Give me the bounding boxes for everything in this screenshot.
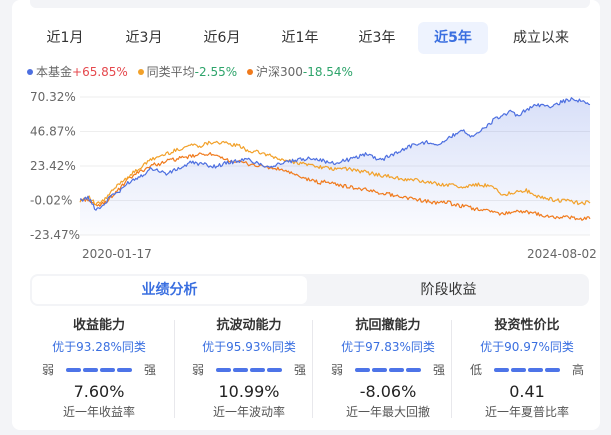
metric-caption: 近一年波动率 [212, 405, 285, 419]
scale-low-label: 低 [470, 363, 483, 377]
y-tick-label: -0.02% [30, 193, 72, 207]
chart-legend: 本基金+65.85% 同类平均-2.55% 沪深300-18.54% [27, 64, 359, 80]
legend-fund-value: +65.85% [72, 65, 128, 79]
scale-high-label: 高 [571, 363, 584, 377]
scale-high-label: 强 [432, 363, 445, 377]
segment-performance-analysis[interactable]: 业绩分析 [32, 276, 307, 304]
metric-caption: 近一年夏普比率 [484, 405, 569, 419]
tab-6m[interactable]: 近6月 [189, 22, 255, 54]
metric-drawdown: 抗回撤能力 优于97.83%同类 弱 强 -8.06% 近一年最大回撤 [319, 314, 457, 424]
x-start-date: 2020-01-17 [82, 247, 152, 261]
analysis-segmented-control: 业绩分析 阶段收益 [30, 274, 589, 306]
scale-level-bars [216, 368, 282, 372]
metric-sharpe: 投资性价比 优于90.97%同类 低 高 0.41 近一年夏普比率 [458, 314, 596, 424]
scale-low-label: 弱 [42, 363, 55, 377]
metric-divider [451, 320, 452, 418]
metric-scale: 低 高 [458, 362, 596, 378]
legend-peer-name: 同类平均 [146, 65, 195, 79]
metric-volatility: 抗波动能力 优于95.93%同类 弱 强 10.99% 近一年波动率 [180, 314, 318, 424]
metric-caption: 近一年最大回撤 [345, 405, 430, 419]
scale-high-label: 强 [143, 363, 156, 377]
legend-fund-name: 本基金 [36, 65, 73, 79]
metric-scale: 弱 强 [30, 362, 168, 378]
metric-title: 抗回撤能力 [355, 318, 421, 333]
legend-csi300-dot [246, 68, 253, 75]
metric-scale: 弱 强 [180, 362, 318, 378]
period-tabs: 近1月 近3月 近6月 近1年 近3年 近5年 成立以来 [24, 22, 589, 54]
metric-title: 投资性价比 [494, 318, 560, 333]
metric-title: 抗波动能力 [216, 318, 282, 333]
metric-rank: 优于95.93%同类 [202, 340, 296, 354]
scale-level-bars [66, 368, 132, 372]
metric-rank: 优于97.83%同类 [341, 340, 435, 354]
metric-rank: 优于93.28%同类 [52, 340, 146, 354]
tab-1y[interactable]: 近1年 [267, 22, 333, 54]
metrics-row: 收益能力 优于93.28%同类 弱 强 7.60% 近一年收益率 抗波动能力 优… [30, 314, 590, 424]
metric-rank: 优于90.97%同类 [480, 340, 574, 354]
tab-1m[interactable]: 近1月 [32, 22, 98, 54]
legend-fund-dot [27, 68, 33, 75]
metric-return: 收益能力 优于93.28%同类 弱 强 7.60% 近一年收益率 [30, 314, 168, 424]
metric-value: 0.41 [509, 382, 545, 401]
legend-csi300-value: -18.54% [302, 65, 353, 79]
scale-high-label: 强 [293, 363, 306, 377]
y-tick-label: 23.42% [30, 159, 76, 173]
performance-line-chart[interactable]: 70.32% 46.87% 23.42% -0.02% -23.47% [0, 85, 611, 247]
metric-caption: 近一年收益率 [62, 405, 135, 419]
metric-value: 7.60% [73, 382, 125, 401]
metric-value: -8.06% [359, 382, 417, 401]
y-tick-label: 46.87% [30, 125, 76, 139]
scale-low-label: 弱 [331, 363, 344, 377]
legend-peer-dot [137, 68, 144, 75]
tab-since-inception[interactable]: 成立以来 [501, 22, 581, 54]
metric-title: 收益能力 [72, 318, 125, 333]
top-strip [30, 0, 590, 8]
scale-level-bars [494, 368, 560, 372]
metric-divider [312, 320, 313, 418]
tab-3y[interactable]: 近3年 [344, 22, 410, 54]
y-tick-label: 70.32% [30, 90, 76, 104]
legend-csi300-name: 沪深300 [255, 65, 303, 79]
metric-divider [174, 320, 175, 418]
tab-5y[interactable]: 近5年 [418, 22, 488, 54]
tab-3m[interactable]: 近3月 [111, 22, 177, 54]
legend-peer-value: -2.55% [194, 65, 238, 79]
legend-peer-average: 同类平均-2.55% [137, 64, 238, 80]
legend-csi300: 沪深300-18.54% [246, 64, 353, 80]
segment-stage-returns[interactable]: 阶段收益 [310, 276, 587, 304]
scale-low-label: 弱 [192, 363, 205, 377]
x-end-date: 2024-08-02 [527, 247, 597, 261]
metric-scale: 弱 强 [319, 362, 457, 378]
legend-fund: 本基金+65.85% [27, 64, 128, 80]
metric-value: 10.99% [218, 382, 280, 401]
y-tick-label: -23.47% [30, 228, 80, 242]
scale-level-bars [355, 368, 421, 372]
